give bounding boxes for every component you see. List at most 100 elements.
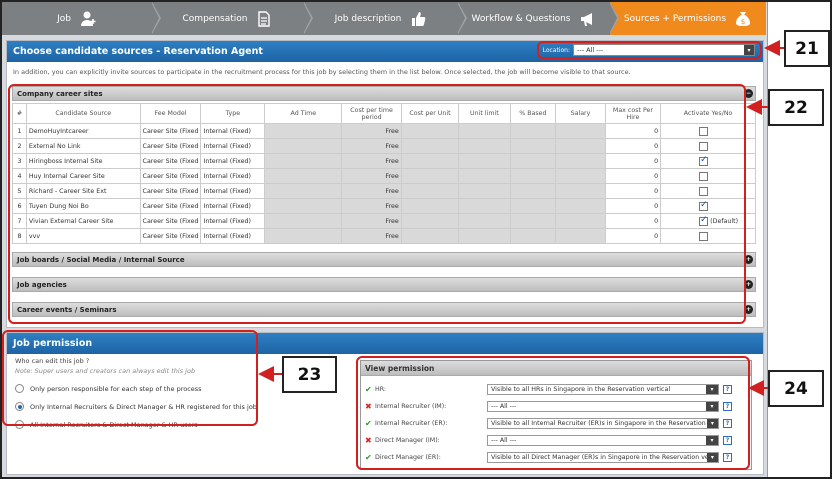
- visibility-value: Visible to all HRs in Singapore in the R…: [491, 385, 671, 393]
- visibility-select[interactable]: Visible to all Internal Recruiter (ER)s …: [487, 417, 719, 429]
- cost-per-unit: [400, 138, 460, 154]
- cost-per-unit: [400, 168, 460, 184]
- activate-checkbox[interactable]: [699, 126, 709, 136]
- cost-per-unit: [400, 228, 460, 244]
- visibility-select[interactable]: Visible to all HRs in Singapore in the R…: [487, 383, 719, 395]
- chevron-down-icon[interactable]: ▾: [706, 418, 718, 428]
- radio-button[interactable]: [15, 402, 24, 411]
- permission-option[interactable]: Only Internal Recruiters & Direct Manage…: [15, 402, 257, 411]
- permission-option[interactable]: Only person responsible for each step of…: [15, 384, 257, 393]
- check-icon: ✔: [365, 384, 372, 394]
- section-job-agencies[interactable]: Job agencies +: [12, 277, 756, 292]
- step-compensation[interactable]: Compensation: [152, 2, 313, 35]
- step-workflow-questions[interactable]: Workflow & Questions: [458, 2, 619, 35]
- row-number: 4: [12, 168, 27, 184]
- help-icon[interactable]: ?: [723, 384, 732, 394]
- activate-cell: [660, 123, 756, 139]
- chevron-down-icon[interactable]: ▾: [706, 435, 718, 445]
- location-select[interactable]: --- All --- ▾: [573, 44, 755, 56]
- visibility-select[interactable]: Visible to all Direct Manager (ER)s in S…: [487, 451, 719, 463]
- add-user-icon: [80, 11, 96, 26]
- activate-checkbox[interactable]: [699, 171, 709, 181]
- activate-checkbox[interactable]: [699, 215, 709, 226]
- cost-per-unit: [400, 198, 460, 214]
- edit-question: Who can edit this job ?: [15, 357, 90, 365]
- activate-checkbox[interactable]: [699, 141, 709, 151]
- ad-time: [264, 123, 343, 139]
- activate-checkbox[interactable]: [699, 200, 709, 211]
- activate-cell: [660, 138, 756, 154]
- row-number: 7: [12, 213, 27, 229]
- permission-option[interactable]: All Internal Recruiters & Direct Manager…: [15, 420, 257, 429]
- max-cost-per-hire: 0: [604, 168, 662, 184]
- activate-cell: (Default): [660, 213, 756, 229]
- column-header: % Based: [509, 103, 557, 124]
- activate-checkbox[interactable]: [699, 155, 709, 166]
- cost-per-time: Free: [341, 153, 402, 169]
- expand-icon[interactable]: +: [744, 255, 753, 264]
- percent-based: [509, 168, 557, 184]
- help-icon[interactable]: ?: [723, 452, 732, 462]
- role-label: Direct Manager (IM):: [375, 436, 440, 444]
- activate-checkbox[interactable]: [699, 186, 709, 196]
- percent-based: [509, 198, 557, 214]
- column-header: Type: [200, 103, 266, 124]
- expand-icon[interactable]: +: [744, 280, 753, 289]
- step-job-description[interactable]: Job description: [304, 2, 467, 35]
- chevron-down-icon[interactable]: ▾: [706, 401, 718, 411]
- table-row: 2 External No Link Career Site (Fixed Inter…: [12, 138, 756, 154]
- max-cost-per-hire: 0: [604, 213, 662, 229]
- step-sources-permissions[interactable]: Sources + Permissions $: [610, 2, 766, 35]
- job-permission-title: Job permission: [7, 333, 763, 354]
- radio-button[interactable]: [15, 420, 24, 429]
- unit-limit: [458, 183, 511, 199]
- row-number: 5: [12, 183, 27, 199]
- radio-button[interactable]: [15, 384, 24, 393]
- column-header: Candidate Source: [25, 103, 141, 124]
- row-number: 2: [12, 138, 27, 154]
- collapse-icon[interactable]: −: [744, 89, 753, 98]
- ad-time: [264, 183, 343, 199]
- column-header: Unit limit: [458, 103, 511, 124]
- source-type: Internal (Fixed): [200, 153, 266, 169]
- table-row: 6 Tuyen Dung Noi Bo Career Site (Fixed Inte…: [12, 198, 756, 214]
- chevron-down-icon[interactable]: ▾: [706, 452, 718, 462]
- view-permission-row: ✖ Direct Manager (IM): --- All --- ▾?: [365, 434, 749, 446]
- step-label: Workflow & Questions: [471, 13, 571, 24]
- fee-model: Career Site (Fixed: [139, 123, 202, 139]
- cost-per-time: Free: [341, 198, 402, 214]
- expand-icon[interactable]: +: [744, 305, 753, 314]
- step-job[interactable]: Job: [2, 2, 161, 35]
- unit-limit: [458, 123, 511, 139]
- step-label: Compensation: [182, 13, 248, 24]
- document-icon: [258, 10, 271, 27]
- section-career-events[interactable]: Career events / Seminars +: [12, 302, 756, 317]
- ad-time: [264, 213, 343, 229]
- section-label: Job agencies: [17, 280, 67, 289]
- salary: [555, 123, 606, 139]
- view-permission-box: View permission ✔ HR: Visible to all HRs i…: [360, 360, 752, 470]
- section-job-boards[interactable]: Job boards / Social Media / Internal Sou…: [12, 252, 756, 267]
- section-company-career-sites[interactable]: Company career sites −: [12, 86, 756, 101]
- view-permission-row: ✔ Direct Manager (ER): Visible to all Dire…: [365, 451, 749, 463]
- view-permission-title: View permission: [361, 361, 751, 376]
- fee-model: Career Site (Fixed: [139, 228, 202, 244]
- unit-limit: [458, 213, 511, 229]
- ad-time: [264, 168, 343, 184]
- help-icon[interactable]: ?: [723, 401, 732, 411]
- location-filter: Location: --- All --- ▾: [543, 44, 755, 56]
- max-cost-per-hire: 0: [604, 138, 662, 154]
- visibility-select[interactable]: --- All --- ▾: [487, 400, 719, 412]
- percent-based: [509, 213, 557, 229]
- ad-time: [264, 198, 343, 214]
- help-icon[interactable]: ?: [723, 435, 732, 445]
- chevron-down-icon[interactable]: ▾: [744, 45, 754, 55]
- check-icon: ✔: [365, 418, 372, 428]
- visibility-select[interactable]: --- All --- ▾: [487, 434, 719, 446]
- percent-based: [509, 153, 557, 169]
- activate-checkbox[interactable]: [699, 231, 709, 241]
- activate-cell: [660, 153, 756, 169]
- row-number: 8: [12, 228, 27, 244]
- chevron-down-icon[interactable]: ▾: [706, 384, 718, 394]
- help-icon[interactable]: ?: [723, 418, 732, 428]
